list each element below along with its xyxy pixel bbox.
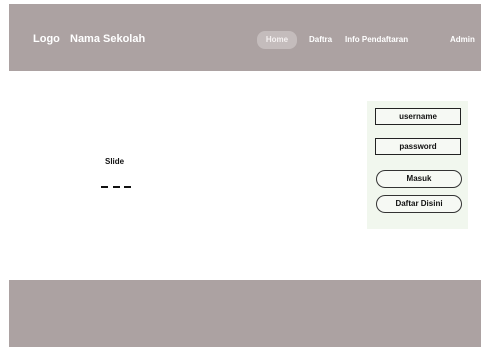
school-name: Nama Sekolah	[70, 33, 146, 45]
header-bar: Logo Nama Sekolah Home Daftra Info Penda…	[9, 4, 481, 71]
logo[interactable]: Logo	[33, 33, 60, 45]
nav-daftra[interactable]: Daftra	[309, 31, 332, 49]
password-field[interactable]	[375, 138, 461, 155]
login-panel: Masuk Daftar Disini	[367, 101, 468, 229]
slide-indicator[interactable]	[101, 186, 108, 188]
slide-indicators	[101, 181, 131, 193]
slide-indicator[interactable]	[112, 186, 120, 188]
nav-info-pendaftaran[interactable]: Info Pendaftaran	[345, 31, 408, 49]
username-field[interactable]	[375, 108, 461, 125]
slide-label: Slide	[105, 157, 125, 166]
nav-admin[interactable]: Admin	[450, 31, 475, 49]
masuk-button[interactable]: Masuk	[376, 170, 462, 188]
slide-indicator[interactable]	[124, 186, 131, 188]
nav-home[interactable]: Home	[257, 31, 297, 49]
footer-bar	[9, 280, 481, 347]
daftar-disini-button[interactable]: Daftar Disini	[376, 195, 462, 213]
